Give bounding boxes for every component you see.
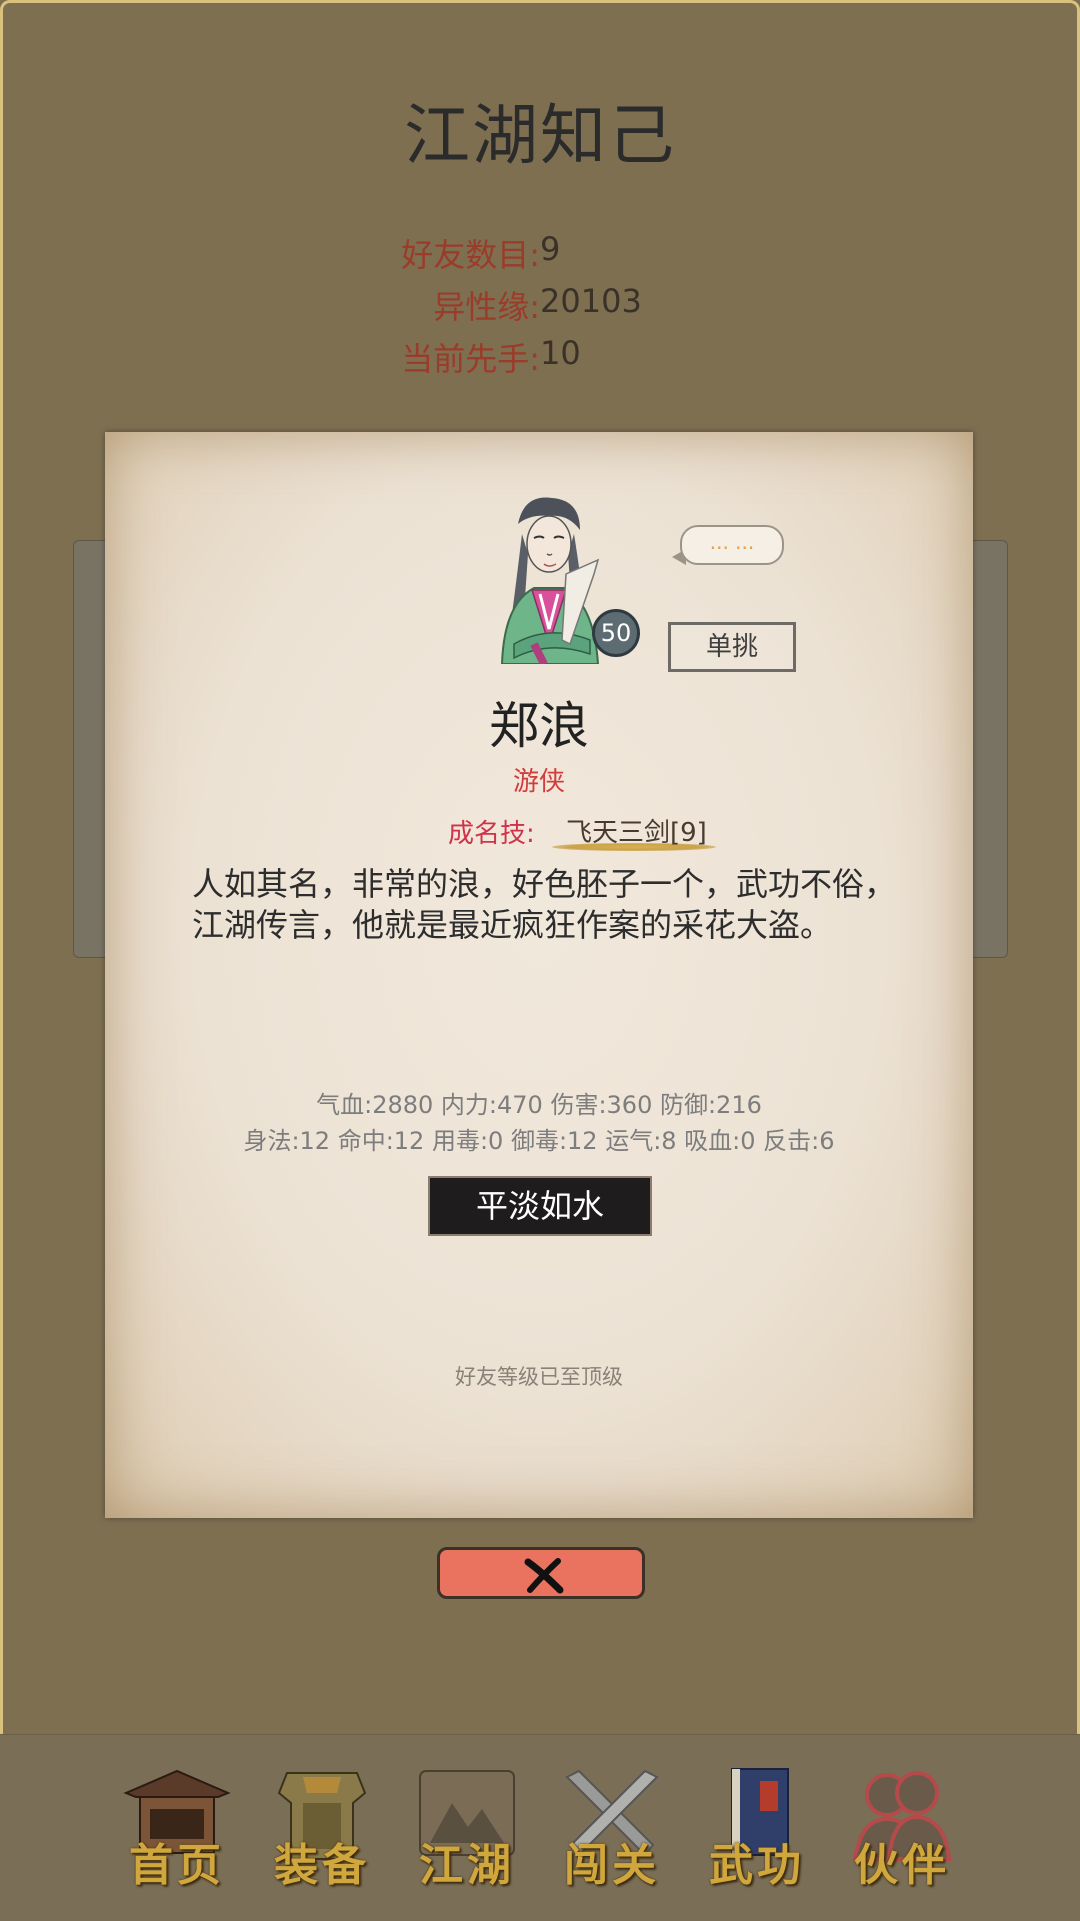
character-portrait: [500, 497, 600, 664]
signature-skill-name[interactable]: 飞天三剑[9]: [566, 812, 707, 849]
nav-item-challenge[interactable]: 闯关: [547, 1763, 677, 1893]
level-badge: 50: [592, 609, 640, 657]
page-title: 江湖知己: [404, 97, 676, 174]
nav-item-martial-arts[interactable]: 武功: [692, 1763, 822, 1893]
character-name: 郑浪: [489, 697, 589, 755]
relationship-level: 平淡如水: [428, 1176, 652, 1236]
friends-count-row: 好友数目: 9: [0, 230, 1080, 280]
nav-label-martial-arts: 武功: [709, 1840, 805, 1891]
combat-stats-secondary: 身法:12 命中:12 用毒:0 御毒:12 运气:8 吸血:0 反击:6: [243, 1127, 835, 1155]
nav-item-equipment[interactable]: 装备: [257, 1763, 387, 1893]
friends-count-value: 9: [540, 230, 561, 268]
speech-bubble: ... ...: [680, 525, 784, 565]
nav-item-home[interactable]: 首页: [112, 1763, 242, 1893]
close-button[interactable]: [437, 1547, 645, 1599]
signature-skill-label: 成名技:: [448, 819, 535, 849]
charm-value: 20103: [540, 282, 642, 320]
duel-button[interactable]: 单挑: [668, 622, 796, 672]
nav-item-jianghu[interactable]: 江湖: [402, 1763, 532, 1893]
character-class: 游侠: [512, 767, 565, 797]
nav-item-companions[interactable]: 伙伴: [837, 1763, 967, 1893]
nav-label-equipment: 装备: [274, 1840, 370, 1891]
nav-label-home: 首页: [129, 1840, 225, 1891]
initiative-row: 当前先手: 10: [0, 334, 1080, 384]
friend-level-status: 好友等级已至顶级: [455, 1365, 623, 1389]
initiative-label: 当前先手:: [401, 340, 540, 378]
bottom-nav: 首页 装备 江湖 闯关 武功 伙伴: [0, 1734, 1080, 1921]
initiative-value: 10: [540, 334, 581, 372]
nav-label-jianghu: 江湖: [419, 1840, 515, 1891]
combat-stats-primary: 气血:2880 内力:470 伤害:360 防御:216: [316, 1091, 762, 1119]
friends-count-label: 好友数目:: [401, 236, 540, 274]
close-icon: [524, 1558, 564, 1594]
charm-row: 异性缘: 20103: [0, 282, 1080, 332]
nav-label-challenge: 闯关: [564, 1840, 660, 1891]
nav-label-companions: 伙伴: [854, 1840, 950, 1891]
charm-label: 异性缘:: [433, 288, 540, 326]
character-description: 人如其名，非常的浪，好色胚子一个，武功不俗，江湖传言，他就是最近疯狂作案的采花大…: [192, 865, 897, 944]
